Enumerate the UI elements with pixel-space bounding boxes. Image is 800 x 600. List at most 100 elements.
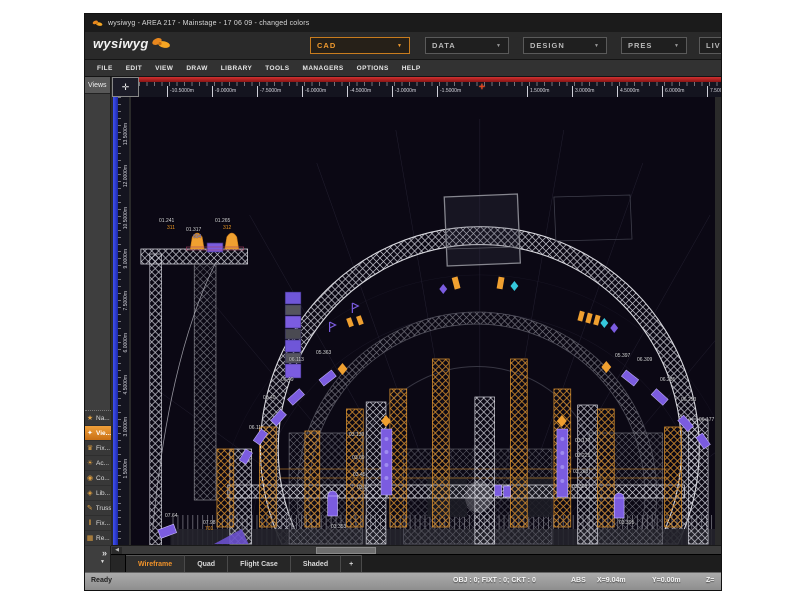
panel-tab-accessories[interactable]: ☀Ac... <box>85 456 111 471</box>
mode-button-cad[interactable]: CAD ▼ <box>310 37 410 54</box>
panel-tab-named-views[interactable]: ★Na... <box>85 411 111 426</box>
menu-tools[interactable]: TOOLS <box>265 65 289 72</box>
mode-button-design[interactable]: DESIGN▼ <box>523 37 607 54</box>
menu-view[interactable]: VIEW <box>155 65 173 72</box>
fixture-label: 06.309 <box>637 358 652 363</box>
tab-quad[interactable]: Quad <box>185 555 228 572</box>
fixture-label: 05.397 <box>615 354 630 359</box>
stage-wireframe-drawing <box>131 97 715 545</box>
status-coord-mode: ABS <box>571 577 586 584</box>
status-bar: Ready OBJ : 0; FIXT : 0; CKT : 0 ABS X=9… <box>85 572 721 590</box>
ruler-corner-pan-icon[interactable]: ✛ <box>112 77 139 97</box>
apex-fixtures <box>330 276 619 333</box>
menu-edit[interactable]: EDIT <box>126 65 142 72</box>
mode-button-data[interactable]: DATA ▼ <box>425 37 509 54</box>
views-icon: ✦ <box>86 429 94 437</box>
scrollbar-thumb[interactable] <box>316 547 376 554</box>
status-x-coordinate: X=9.04m <box>597 577 626 584</box>
fixture-label: 06.113 <box>289 358 304 363</box>
v-ruler-label: 13.5000m <box>122 123 129 145</box>
panel-overflow-chevron-icon[interactable]: » <box>102 548 107 558</box>
panel-tab-renderings[interactable]: ▦Re... <box>85 531 111 546</box>
v-ruler-label: 12.0000m <box>122 165 129 187</box>
fixture-label: 06.253 <box>681 398 696 403</box>
dropdown-arrow-icon[interactable]: ▼ <box>674 43 680 49</box>
dropdown-arrow-icon[interactable]: ▼ <box>397 43 403 49</box>
fixture-label: 01.317 <box>186 228 201 233</box>
menu-file[interactable]: FILE <box>97 65 113 72</box>
v-ruler-label: 7.5000m <box>122 291 129 310</box>
menu-help[interactable]: HELP <box>402 65 421 72</box>
sidebar-footer: » ▼ <box>85 548 111 570</box>
image-icon: ▦ <box>86 534 94 542</box>
menu-draw[interactable]: DRAW <box>186 65 207 72</box>
panel-tab-consoles[interactable]: ◉Co... <box>85 471 111 486</box>
panel-tab-truss[interactable]: ✎Truss <box>85 501 111 516</box>
tab-wireframe[interactable]: Wireframe <box>126 555 185 572</box>
horizontal-ruler[interactable]: -10.5000m-9.0000m-7.5000m-6.0000m-4.5000… <box>139 77 721 97</box>
panel-tab-list: ★Na... ✦Vie... ♛Fix... ☀Ac... ◉Co... ◈Li… <box>85 410 111 546</box>
mode-label: DATA <box>432 41 456 50</box>
tab-flight-case[interactable]: Flight Case <box>228 555 291 572</box>
menu-library[interactable]: LIBRARY <box>221 65 252 72</box>
panel-overflow-arrow-icon[interactable]: ▼ <box>100 559 105 565</box>
menu-options[interactable]: OPTIONS <box>357 65 389 72</box>
panel-tab-label: Re... <box>96 535 110 542</box>
fixture-label: 312 <box>223 226 231 231</box>
app-butterfly-icon <box>92 19 103 28</box>
dial-icon: ◉ <box>86 474 94 482</box>
title-bar: wysiwyg - AREA 217 - Mainstage - 17 06 0… <box>85 14 721 32</box>
fixture-icon: ♛ <box>86 444 94 452</box>
scrollbar-left-arrow-icon[interactable]: ◀ <box>112 547 122 554</box>
dropdown-arrow-icon[interactable]: ▼ <box>594 43 600 49</box>
fixture-label: 06.40 <box>263 396 276 401</box>
fixture-label: 03.221 <box>575 454 590 459</box>
fixture-label: 03.130 <box>349 433 364 438</box>
left-tower-mast <box>200 277 209 497</box>
star-icon: ★ <box>86 414 94 422</box>
h-ruler-label: -9.0000m <box>212 86 236 97</box>
h-ruler-label: 1.5000m <box>527 86 549 97</box>
mode-button-pres[interactable]: PRES ▼ <box>621 37 687 54</box>
v-ruler-label: 1.5000m <box>122 459 129 478</box>
mode-button-live[interactable]: LIVE▼ <box>699 37 721 54</box>
fixture-label: 03.177 <box>575 439 590 444</box>
fixture-label: 03.89 <box>352 456 365 461</box>
tab-scroll-left-icon[interactable] <box>111 555 126 572</box>
h-ruler-label: -7.5000m <box>257 86 281 97</box>
fixture-label: 01.265 <box>215 219 230 224</box>
faint-frame <box>554 195 632 241</box>
canvas-horizontal-scrollbar[interactable]: ◀ <box>111 545 721 554</box>
mode-label: LIVE <box>706 41 721 50</box>
v-ruler-label: 3.0000m <box>122 417 129 436</box>
panel-tab-library[interactable]: ◈Lib... <box>85 486 111 501</box>
mode-label: CAD <box>317 41 336 50</box>
menu-managers[interactable]: MANAGERS <box>303 65 344 72</box>
window-title: wysiwyg - AREA 217 - Mainstage - 17 06 0… <box>108 20 309 27</box>
mode-toolbar: wysiwyg CAD▼ DATA▼ DESIGN▼ PRES▼ LIVE▼ <box>85 32 721 60</box>
panel-tab-fixture-tools[interactable]: ‖Fix... <box>85 516 111 531</box>
panel-tab-views[interactable]: ✦Vie... <box>85 426 111 441</box>
fixture-label: 03.395 <box>619 521 634 526</box>
horizontal-ruler-ticks: -10.5000m-9.0000m-7.5000m-6.0000m-4.5000… <box>139 82 721 97</box>
panel-tab-fixtures[interactable]: ♛Fix... <box>85 441 111 456</box>
menu-bar: FILE EDIT VIEW DRAW LIBRARY TOOLS MANAGE… <box>85 60 721 77</box>
logo-text: wysiwyg <box>93 36 149 51</box>
tab-shaded[interactable]: Shaded <box>291 555 341 572</box>
fixture-label: 03.308 <box>572 485 587 490</box>
v-ruler-label: 9.0000m <box>122 249 129 268</box>
vertical-ruler[interactable]: 13.5000m12.0000m10.5000m9.0000m7.5000m6.… <box>113 97 129 545</box>
h-ruler-label: -1.5000m <box>437 86 461 97</box>
dropdown-arrow-icon[interactable]: ▼ <box>496 43 502 49</box>
status-z-coordinate: Z= <box>706 577 714 584</box>
h-ruler-label: -3.0000m <box>392 86 416 97</box>
fixture-label: 07.64 <box>165 514 178 519</box>
mode-label: PRES <box>628 41 652 50</box>
panel-tab-label: Co... <box>96 475 110 482</box>
v-ruler-label: 6.0000m <box>122 333 129 352</box>
fixture-label: 01.241 <box>159 219 174 224</box>
cad-viewport[interactable]: 01.24131101.31760401.26531205.36306.1130… <box>131 97 715 545</box>
tab-add-view[interactable]: + <box>341 555 362 572</box>
h-ruler-label: -4.5000m <box>347 86 371 97</box>
fixture-label: 06.177 <box>699 418 714 423</box>
